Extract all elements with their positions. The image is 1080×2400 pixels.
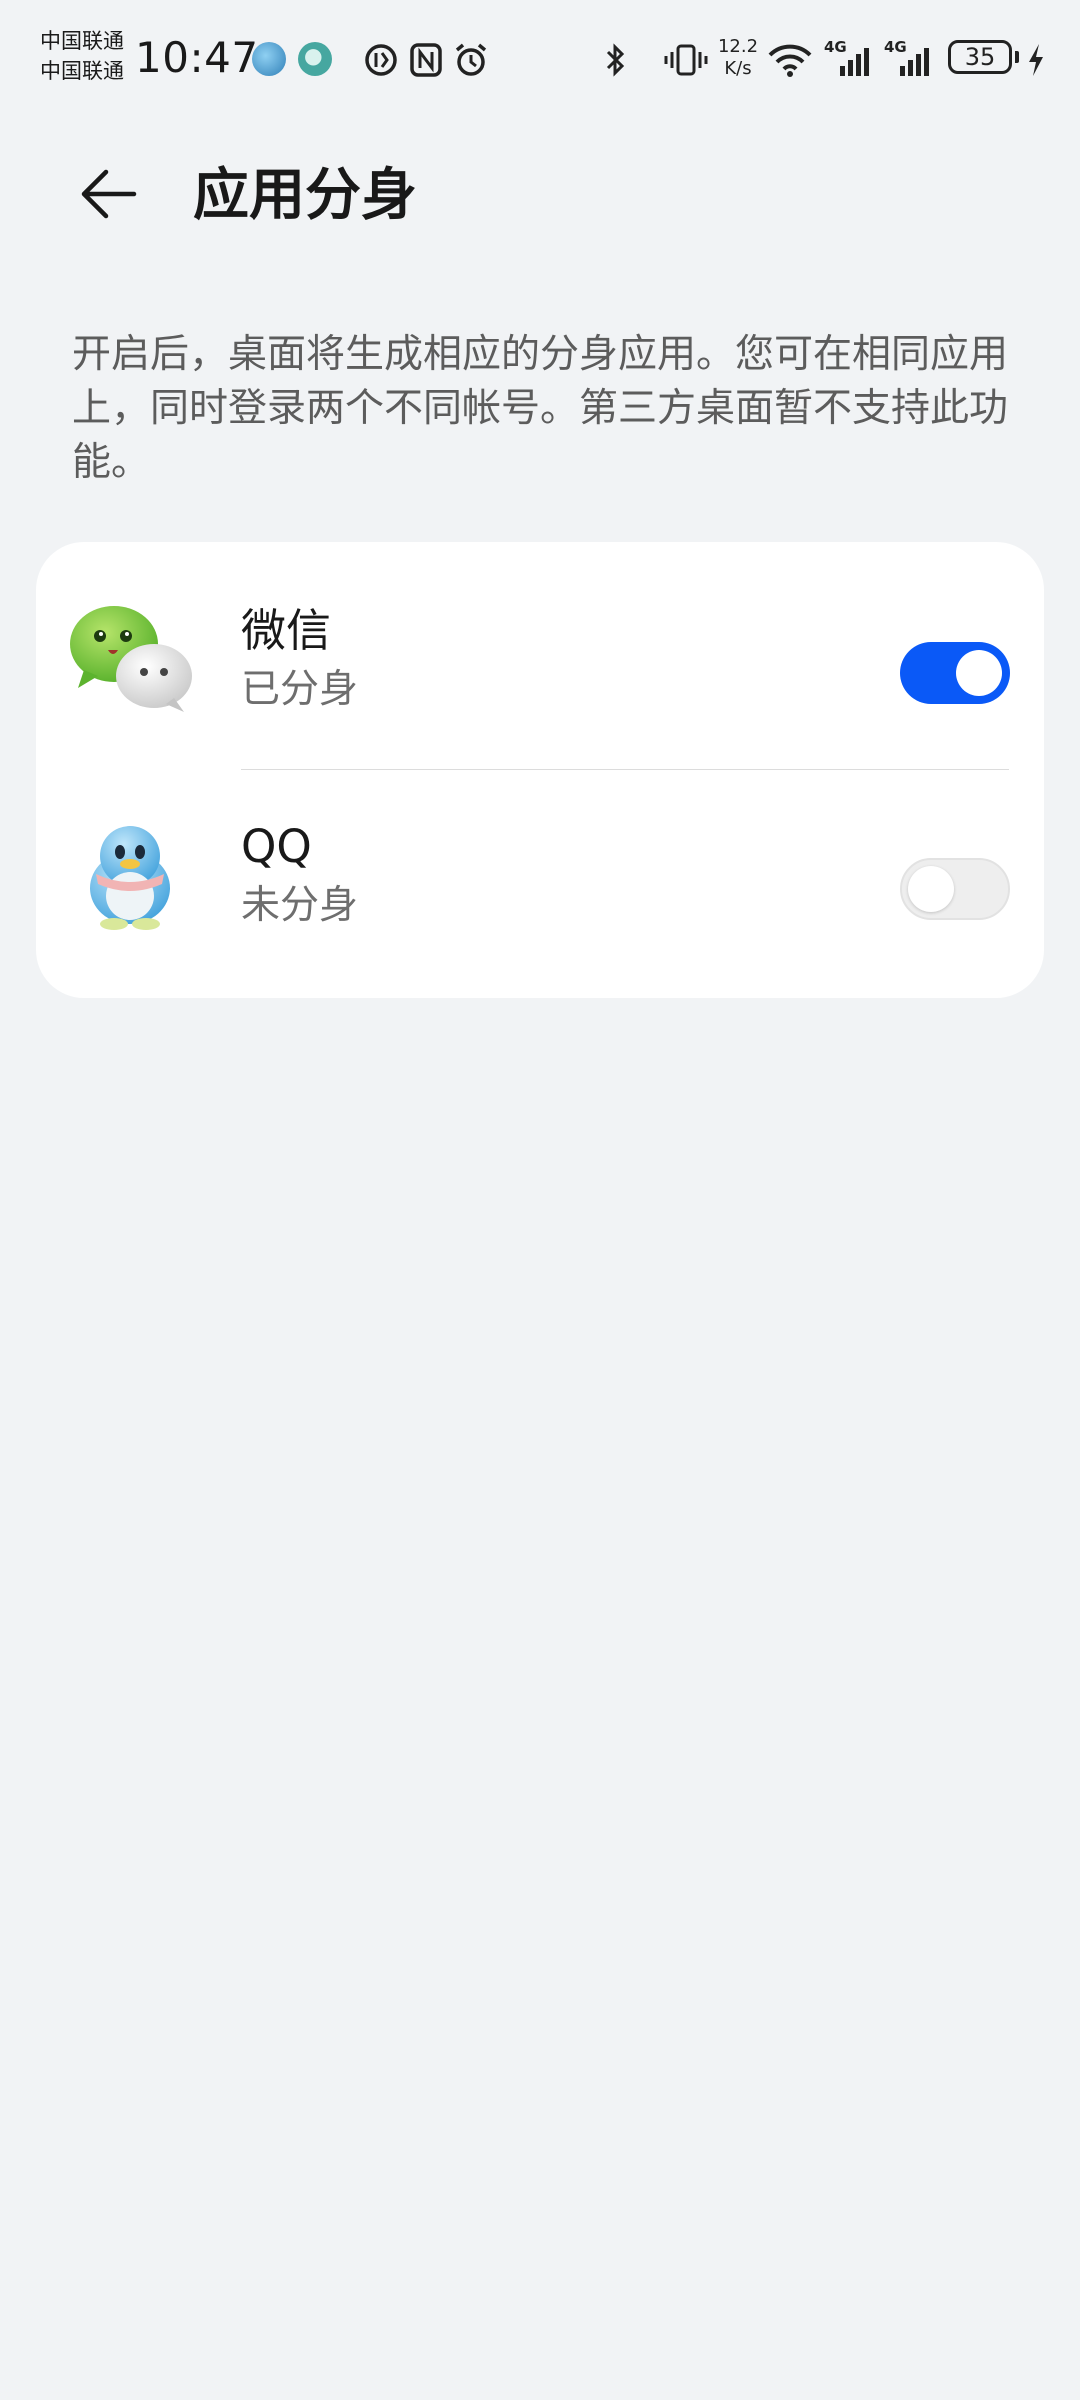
alarm-icon [450, 40, 492, 80]
network-speed-value: 12.2 [717, 36, 759, 57]
description-text: 开启后，桌面将生成相应的分身应用。您可在相同应用上，同时登录两个不同帐号。第三方… [72, 332, 1009, 485]
list-item-text: 微信 已分身 [241, 600, 358, 718]
list-item-qq[interactable]: QQ 未分身 [36, 770, 1044, 986]
list-item-wechat[interactable]: 微信 已分身 [36, 554, 1044, 770]
app-status: 未分身 [241, 883, 359, 928]
wechat-icon [66, 600, 196, 716]
list-item-text: QQ 未分身 [241, 816, 358, 934]
qq-clone-toggle[interactable] [900, 858, 1010, 920]
page-title: 应用分身 [193, 163, 417, 228]
network-speed: 12.2 K/s [712, 36, 764, 80]
nfc-alt-icon [360, 40, 402, 80]
app-name: QQ [241, 820, 312, 873]
app-notification-icon [252, 42, 286, 76]
status-bar: 中国联通 中国联通 10:47 12.2 K/s 4G 4G 35 [0, 0, 1080, 120]
nfc-icon [406, 40, 446, 80]
wechat-clone-toggle[interactable] [900, 642, 1010, 704]
wifi-icon [766, 40, 814, 80]
battery-icon: 35 [948, 40, 1012, 74]
toggle-knob [956, 650, 1002, 696]
status-clock: 10:47 [135, 33, 259, 82]
toggle-knob [908, 866, 954, 912]
vibrate-icon [664, 40, 708, 80]
carrier-1-label: 中国联通 [40, 29, 124, 53]
battery-level: 35 [964, 43, 996, 71]
battery-nub [1015, 51, 1019, 63]
charging-icon [1024, 40, 1048, 80]
network-speed-unit: K/s [724, 58, 752, 79]
back-arrow-icon [81, 169, 137, 219]
cellular-signal-icon: 4G [882, 38, 936, 80]
back-button[interactable] [64, 150, 152, 238]
carrier-2-label: 中国联通 [40, 59, 124, 83]
app-name: 微信 [241, 604, 332, 657]
bluetooth-icon [600, 40, 632, 80]
qq-penguin-icon [66, 816, 196, 932]
app-list-card: 微信 已分身 QQ 未分身 [36, 542, 1044, 998]
carrier-labels: 中国联通 中国联通 [40, 26, 124, 86]
cellular-signal-icon: 4G [822, 38, 876, 80]
app-notification-icon [298, 42, 332, 76]
app-status: 已分身 [241, 667, 359, 712]
